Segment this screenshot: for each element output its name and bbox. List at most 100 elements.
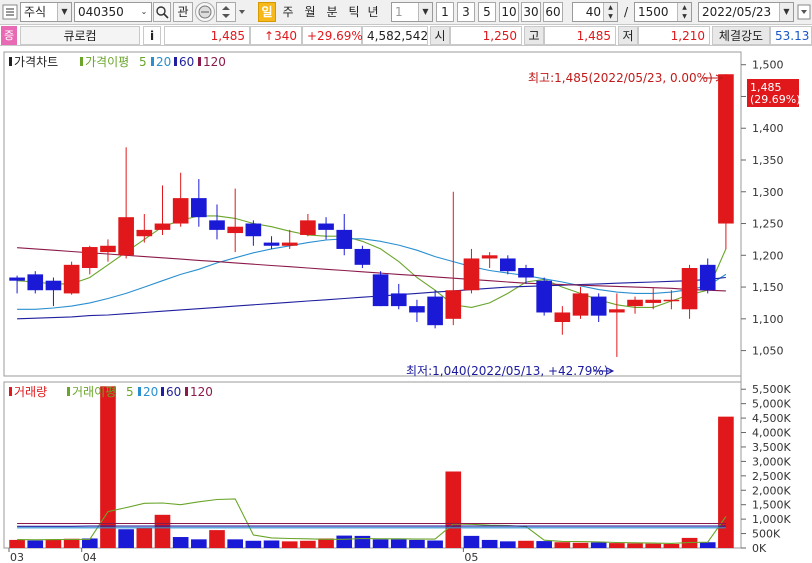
view-count-input[interactable]: 40 ▲ ▼ [572, 2, 618, 22]
candle-body [100, 245, 116, 253]
candle-body [427, 296, 443, 326]
volume-bar [536, 541, 552, 548]
menu-icon[interactable] [2, 2, 18, 22]
count-1-button[interactable]: 1 [436, 2, 454, 22]
period-month-button[interactable]: 월 [301, 2, 319, 22]
volume-legend-ma20: 20 [143, 385, 158, 399]
candle-body [281, 242, 298, 246]
candle-body [191, 198, 207, 218]
candle-body [390, 293, 407, 307]
price-axis-label: 1,200 [752, 249, 784, 262]
total-count-input[interactable]: 1500 ▲ ▼ [634, 2, 692, 22]
stock-chart[interactable]: 1,050 1,100 1,150 1,200 1,250 1,300 1,350 1,400… [0, 46, 812, 563]
volume-axis-label: 2,000K [752, 484, 791, 497]
price-legend-ma5: 5 [139, 55, 147, 69]
strength-value: 53.13 [770, 26, 812, 45]
volume-bar [154, 514, 171, 548]
open-price: 1,250 [450, 26, 522, 45]
volume-bar [572, 542, 589, 548]
high-annotation-text: 최고:1,485(2022/05/23, 0.00%) [528, 71, 713, 85]
stock-name[interactable]: 큐로컴 [20, 26, 140, 45]
price-legend-ma20: 20 [156, 55, 171, 69]
price-axis-label: 1,250 [752, 218, 784, 231]
volume-bar [172, 537, 189, 548]
volume-bar [318, 538, 334, 548]
period-tick-button[interactable]: 틱 [345, 2, 363, 22]
candle-body [536, 280, 552, 313]
price-change-pct: +29.69% [302, 26, 363, 45]
candle-body [699, 264, 716, 291]
volume-bar [499, 541, 516, 548]
candle-body [463, 258, 480, 291]
volume-bar [663, 543, 680, 548]
candle-body [227, 226, 244, 234]
period-minute-button[interactable]: 분 [323, 2, 341, 22]
candle-body [336, 229, 353, 249]
volume-bar [136, 527, 153, 548]
high-annotation: 최고:1,485(2022/05/23, 0.00%) [528, 71, 724, 85]
price-axis-label: 1,050 [752, 345, 784, 358]
candle-body [627, 299, 643, 307]
price-axis-label: 1,150 [752, 281, 784, 294]
count-60-button[interactable]: 60 [543, 2, 563, 22]
candle-body [354, 248, 371, 265]
candle-body [518, 268, 534, 278]
price-legend-ma60: 60 [179, 55, 194, 69]
info-button[interactable]: i [143, 26, 161, 45]
last-price-pct: (29.69%) [750, 93, 801, 106]
settings-icon[interactable] [797, 2, 811, 22]
volume-bar [554, 542, 571, 548]
candle-body [499, 258, 516, 272]
market-select[interactable]: 주식 ▼ [20, 2, 72, 22]
volume-legend-ma5: 5 [126, 385, 134, 399]
period-week-button[interactable]: 주 [279, 2, 297, 22]
volume-bar [300, 540, 316, 548]
x-axis-label: 03 [10, 551, 24, 563]
volume-axis-label: 4,000K [752, 427, 791, 440]
count-3-button[interactable]: 3 [457, 2, 475, 22]
volume-bar [245, 540, 262, 548]
candle-body [9, 277, 25, 281]
strength-label: 체결강도 [712, 26, 770, 45]
volume-bar [9, 539, 25, 548]
toolbar: 주식 ▼ 040350 ⌄ 관 일 주 월 분 틱 년 1 ▼ 1 3 5 10… [0, 0, 812, 25]
price-legend-title: 가격차트 [14, 55, 58, 69]
count-30-button[interactable]: 30 [521, 2, 541, 22]
search-button[interactable] [153, 2, 171, 22]
spin-icon: ▲ ▼ [677, 3, 691, 21]
volume-bar [609, 543, 625, 548]
candle-body [718, 74, 734, 224]
more-icon[interactable] [237, 2, 247, 22]
price-legend-ma120: 120 [203, 55, 226, 69]
candle-body [245, 223, 262, 237]
volume-bar [590, 542, 607, 548]
candle-body [300, 220, 316, 235]
date-picker[interactable]: 2022/05/23 ▼ [698, 2, 794, 22]
chevron-down-icon: ⌄ [137, 3, 151, 21]
multiplier-select[interactable]: 1 ▼ [391, 2, 433, 22]
total-count-value: 1500 [638, 5, 669, 19]
volume-bar [336, 535, 353, 548]
period-year-button[interactable]: 년 [364, 2, 382, 22]
count-separator: / [623, 5, 629, 19]
price-panel[interactable] [3, 51, 742, 377]
candle-body [481, 255, 498, 259]
volume-legend-ma-label: 거래이평 [72, 385, 116, 399]
volume-legend-ma60: 60 [166, 385, 181, 399]
high-price: 1,485 [544, 26, 616, 45]
price-axis-label: 1,100 [752, 313, 784, 326]
candle-body [27, 274, 44, 291]
period-day-button[interactable]: 일 [258, 2, 276, 22]
count-10-button[interactable]: 10 [499, 2, 519, 22]
stepper-button[interactable] [216, 2, 236, 22]
candle-body [554, 312, 571, 322]
link-button[interactable] [195, 2, 215, 22]
candle-body [45, 280, 62, 291]
volume-bar [445, 471, 462, 548]
stock-code-input[interactable]: 040350 ⌄ [74, 2, 152, 22]
count-5-button[interactable]: 5 [478, 2, 496, 22]
chevron-down-icon: ▼ [418, 3, 432, 21]
volume-bar [481, 539, 498, 548]
price-axis-label: 1,300 [752, 186, 784, 199]
interest-button[interactable]: 관 [173, 2, 193, 22]
